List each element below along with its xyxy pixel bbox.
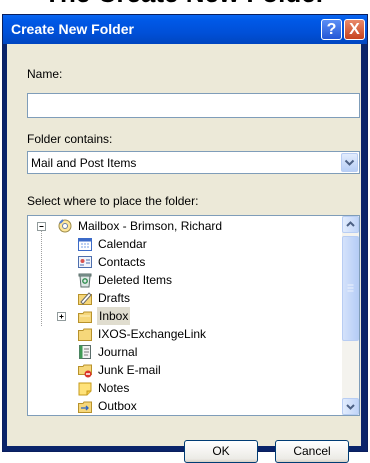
chevron-down-icon bbox=[344, 159, 355, 166]
name-label: Name: bbox=[27, 67, 63, 81]
junk-email-icon bbox=[77, 362, 93, 378]
tree-item-label: Deleted Items bbox=[98, 273, 173, 287]
folder-icon bbox=[77, 326, 93, 342]
journal-icon bbox=[77, 344, 93, 360]
contacts-icon bbox=[77, 254, 93, 270]
help-button[interactable]: ? bbox=[321, 19, 342, 40]
tree-item-label: Outbox bbox=[98, 399, 137, 413]
tree-item-journal[interactable]: Journal bbox=[77, 343, 337, 361]
collapse-toggle[interactable] bbox=[37, 222, 46, 231]
scroll-up-button[interactable] bbox=[342, 216, 359, 233]
tree-root-label: Mailbox - Brimson, Richard bbox=[78, 219, 223, 233]
tree-item-ixos-exchangelink[interactable]: IXOS-ExchangeLink bbox=[77, 325, 337, 343]
mailbox-icon bbox=[57, 218, 73, 234]
chevron-up-icon bbox=[346, 221, 355, 227]
vertical-scrollbar[interactable] bbox=[342, 216, 359, 415]
tree-root-mailbox[interactable]: Mailbox - Brimson, Richard bbox=[57, 217, 337, 235]
tree-item-label: IXOS-ExchangeLink bbox=[98, 327, 207, 341]
expand-toggle[interactable] bbox=[57, 312, 66, 321]
plus-icon bbox=[59, 314, 64, 319]
grip-icon bbox=[347, 284, 354, 292]
tree-item-contacts[interactable]: Contacts bbox=[77, 253, 337, 271]
title-bar[interactable]: Create New Folder ? X bbox=[3, 15, 367, 44]
scroll-down-button[interactable] bbox=[342, 398, 359, 415]
tree-item-label: Notes bbox=[98, 381, 130, 395]
tree-item-label: Junk E-mail bbox=[98, 363, 161, 377]
folder-tree[interactable]: Mailbox - Brimson, Richard Calendar Cont… bbox=[27, 215, 360, 416]
tree-item-junk-email[interactable]: Junk E-mail bbox=[77, 361, 337, 379]
folder-contains-label: Folder contains: bbox=[27, 132, 113, 146]
notes-icon bbox=[77, 380, 93, 396]
tree-item-notes[interactable]: Notes bbox=[77, 379, 337, 397]
dialog-body: Name: Folder contains: Mail and Post Ite… bbox=[7, 44, 361, 463]
tree-item-label: Journal bbox=[98, 345, 138, 359]
folder-contains-select[interactable]: Mail and Post Items bbox=[27, 151, 360, 174]
create-new-folder-dialog: Create New Folder ? X Name: Folder conta… bbox=[2, 14, 368, 463]
tree-item-drafts[interactable]: Drafts bbox=[77, 289, 337, 307]
tree-item-label: Calendar bbox=[98, 237, 147, 251]
drafts-icon bbox=[77, 290, 93, 306]
dropdown-button[interactable] bbox=[341, 153, 358, 172]
scrollbar-thumb[interactable] bbox=[342, 236, 359, 341]
place-folder-label: Select where to place the folder: bbox=[27, 194, 199, 208]
close-button[interactable]: X bbox=[344, 19, 365, 40]
tree-item-label: Contacts bbox=[98, 255, 146, 269]
tree-item-inbox[interactable]: Inbox bbox=[77, 307, 157, 325]
tree-item-label: Inbox bbox=[97, 307, 131, 325]
deleted-items-icon bbox=[77, 272, 93, 288]
calendar-icon bbox=[77, 236, 93, 252]
caption-text: The Create New Folder bbox=[0, 0, 370, 8]
folder-contains-value: Mail and Post Items bbox=[31, 156, 137, 170]
tree-item-deleted-items[interactable]: Deleted Items bbox=[77, 271, 337, 289]
chevron-down-icon bbox=[346, 404, 355, 410]
outbox-icon bbox=[77, 398, 93, 414]
tree-connector-line bbox=[41, 226, 42, 326]
tree-item-outbox[interactable]: Outbox bbox=[77, 397, 337, 415]
minus-icon bbox=[39, 226, 44, 227]
inbox-icon bbox=[77, 308, 93, 324]
tree-item-label: Drafts bbox=[98, 291, 131, 305]
name-input[interactable] bbox=[27, 93, 360, 118]
tree-item-calendar[interactable]: Calendar bbox=[77, 235, 337, 253]
dialog-title: Create New Folder bbox=[11, 21, 134, 37]
